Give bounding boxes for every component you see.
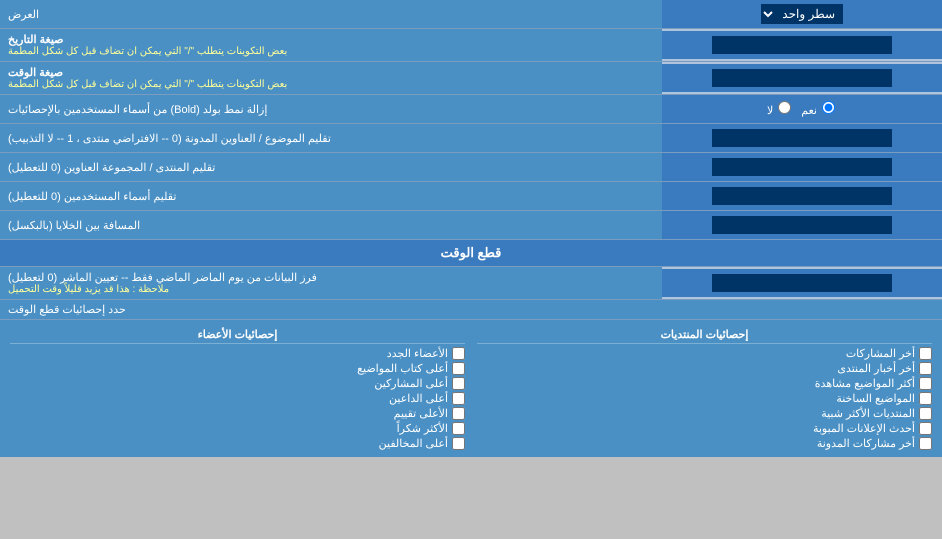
list-item: الأعلى تقييم (10, 406, 465, 421)
usernames-input-container[interactable]: 0 (662, 182, 942, 210)
topic-titles-label: تقليم الموضوع / العناوين المدونة (0 -- ا… (0, 124, 662, 152)
forum-titles-row: 33 تقليم المنتدى / المجموعة العناوين (0 … (0, 153, 942, 182)
members-col-header: إحصائيات الأعضاء (10, 326, 465, 344)
checkbox-columns: إحصائيات المنتديات أخر المشاركات أخر أخب… (4, 324, 938, 453)
checkbox-col-forums: إحصائيات المنتديات أخر المشاركات أخر أخب… (471, 324, 938, 453)
date-format-label: صيغة التاريخ بعض التكوينات يتطلب "/" الت… (0, 29, 662, 61)
display-row: سطر واحدسطرينثلاثة أسطر العرض (0, 0, 942, 29)
bold-radio-group: نعم لا (767, 101, 837, 117)
time-format-label: صيغة الوقت بعض التكوينات يتطلب "/" التي … (0, 62, 662, 94)
bold-yes-label[interactable]: نعم (801, 101, 837, 117)
checkboxes-section: إحصائيات المنتديات أخر المشاركات أخر أخب… (0, 320, 942, 457)
list-item: أعلى المخالفين (10, 436, 465, 451)
topic-titles-row: 33 تقليم الموضوع / العناوين المدونة (0 -… (0, 124, 942, 153)
list-item: المنتديات الأكثر شبية (477, 406, 932, 421)
list-item: أكثر المواضيع مشاهدة (477, 376, 932, 391)
list-item: أعلى المشاركين (10, 376, 465, 391)
checkbox-top-contributors[interactable] (452, 377, 465, 390)
bold-remove-row: نعم لا إزالة نمط بولد (Bold) من أسماء ال… (0, 95, 942, 124)
list-item: أعلى الداعين (10, 391, 465, 406)
usernames-label: تقليم أسماء المستخدمين (0 للتعطيل) (0, 182, 662, 210)
date-format-input-container[interactable]: d-m (662, 31, 942, 59)
cell-spacing-row: 2 المسافة بين الخلايا (بالبكسل) (0, 211, 942, 240)
forums-col-header: إحصائيات المنتديات (477, 326, 932, 344)
list-item: المواضيع الساخنة (477, 391, 932, 406)
topic-titles-input[interactable]: 33 (712, 129, 892, 147)
forum-titles-label: تقليم المنتدى / المجموعة العناوين (0 للت… (0, 153, 662, 181)
cut-time-input[interactable]: 0 (712, 274, 892, 292)
checkbox-top-inviters[interactable] (452, 392, 465, 405)
cell-spacing-input[interactable]: 2 (712, 216, 892, 234)
bold-remove-radio-container[interactable]: نعم لا (662, 95, 942, 123)
checkbox-col-members: إحصائيات الأعضاء الأعضاء الجدد أعلى كتاب… (4, 324, 471, 453)
checkbox-top-violators[interactable] (452, 437, 465, 450)
cut-time-input-container[interactable]: 0 (662, 269, 942, 297)
forum-titles-input-container[interactable]: 33 (662, 153, 942, 181)
date-format-input[interactable]: d-m (712, 36, 892, 54)
date-format-row: d-m صيغة التاريخ بعض التكوينات يتطلب "/"… (0, 29, 942, 62)
time-format-input-container[interactable]: H:i (662, 64, 942, 92)
checkbox-most-thanks[interactable] (452, 422, 465, 435)
list-item: أخر أخبار المنتدى (477, 361, 932, 376)
checkbox-new-members[interactable] (452, 347, 465, 360)
display-select-container[interactable]: سطر واحدسطرينثلاثة أسطر (662, 0, 942, 28)
bold-no-label[interactable]: لا (767, 101, 793, 117)
list-item: الأعضاء الجدد (10, 346, 465, 361)
checkbox-top-posters[interactable] (452, 362, 465, 375)
list-item: أحدث الإعلانات المبوبة (477, 421, 932, 436)
cell-spacing-label: المسافة بين الخلايا (بالبكسل) (0, 211, 662, 239)
time-format-row: H:i صيغة الوقت بعض التكوينات يتطلب "/" ا… (0, 62, 942, 95)
checkbox-similar-forums[interactable] (919, 407, 932, 420)
display-label: العرض (0, 0, 662, 28)
list-item: أخر مشاركات المدونة (477, 436, 932, 451)
forum-titles-input[interactable]: 33 (712, 158, 892, 176)
checkbox-forum-news[interactable] (919, 362, 932, 375)
bold-no-radio[interactable] (778, 101, 791, 114)
usernames-input[interactable]: 0 (712, 187, 892, 205)
usernames-row: 0 تقليم أسماء المستخدمين (0 للتعطيل) (0, 182, 942, 211)
bold-yes-radio[interactable] (822, 101, 835, 114)
checkbox-latest-classified[interactable] (919, 422, 932, 435)
cut-time-row: 0 فرز البيانات من يوم الماضر الماضي فقط … (0, 267, 942, 300)
topic-titles-input-container[interactable]: 33 (662, 124, 942, 152)
bold-remove-label: إزالة نمط بولد (Bold) من أسماء المستخدمي… (0, 95, 662, 123)
checkbox-hot-topics[interactable] (919, 392, 932, 405)
list-item: الأكثر شكراً (10, 421, 465, 436)
checkbox-most-viewed[interactable] (919, 377, 932, 390)
list-item: أخر المشاركات (477, 346, 932, 361)
time-format-input[interactable]: H:i (712, 69, 892, 87)
cut-time-label: فرز البيانات من يوم الماضر الماضي فقط --… (0, 267, 662, 299)
cut-time-section-header: قطع الوقت (0, 240, 942, 267)
checkbox-last-posts[interactable] (919, 347, 932, 360)
checkbox-blog-posts[interactable] (919, 437, 932, 450)
limit-row: حدد إحصائيات قطع الوقت (0, 300, 942, 320)
display-select[interactable]: سطر واحدسطرينثلاثة أسطر (761, 4, 843, 24)
checkbox-top-rated[interactable] (452, 407, 465, 420)
cell-spacing-input-container[interactable]: 2 (662, 211, 942, 239)
list-item: أعلى كتاب المواضيع (10, 361, 465, 376)
